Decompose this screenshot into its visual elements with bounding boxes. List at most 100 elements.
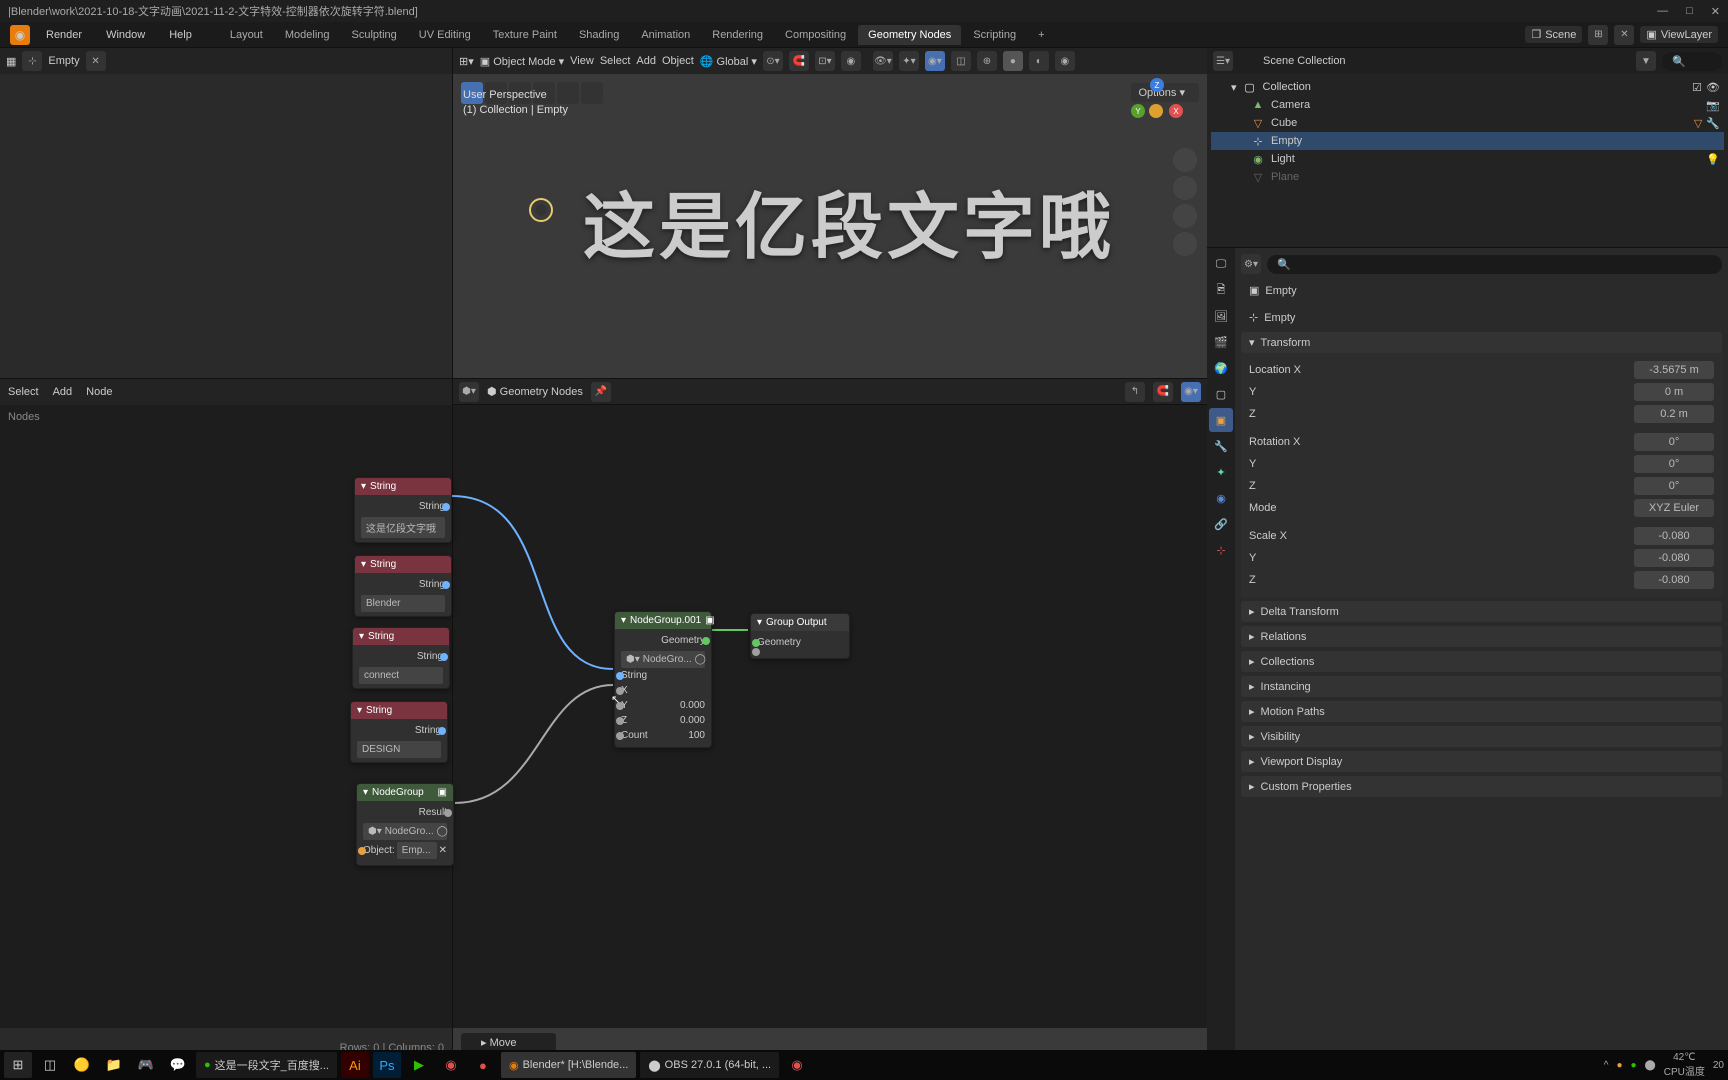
modifier-icon[interactable]: 🔧 xyxy=(1706,117,1720,130)
mesh-data-icon[interactable]: ▽ xyxy=(1694,117,1702,130)
app-icon-5[interactable]: ◉ xyxy=(783,1052,811,1078)
light-row[interactable]: ◉ Light 💡 xyxy=(1211,150,1724,168)
menu-select[interactable]: Select xyxy=(600,55,631,67)
object-name-field[interactable]: Empty xyxy=(1264,312,1714,324)
outliner-editor-selector[interactable]: ☰▾ xyxy=(1213,51,1233,71)
menu-window[interactable]: Window xyxy=(98,26,153,44)
nodeed-menu-add[interactable]: Add xyxy=(53,386,73,398)
rotation-mode-value[interactable]: XYZ Euler xyxy=(1634,499,1714,517)
illustrator-icon[interactable]: Ai xyxy=(341,1052,369,1078)
tab-modeling[interactable]: Modeling xyxy=(275,25,340,45)
string-field-3[interactable]: connect xyxy=(359,667,443,684)
parent-node-button[interactable]: ↰ xyxy=(1125,382,1145,402)
pan-button[interactable] xyxy=(1173,176,1197,200)
xray-toggle[interactable]: ◫ xyxy=(951,51,971,71)
scene-selector[interactable]: ❐ Scene xyxy=(1525,26,1582,43)
menu-render[interactable]: Render xyxy=(38,26,90,44)
taskbar-baidu[interactable]: ●这是一段文字_百度搜... xyxy=(196,1052,337,1078)
taskbar-obs[interactable]: ⬤OBS 27.0.1 (64-bit, ... xyxy=(640,1052,779,1078)
rotation-x-value[interactable]: 0° xyxy=(1634,433,1714,451)
breadcrumb-object[interactable]: Empty xyxy=(1265,285,1296,297)
cube-row[interactable]: ▽ Cube ▽🔧 xyxy=(1211,114,1724,132)
group-edit-icon[interactable]: ▣ xyxy=(705,615,714,626)
pivot-selector[interactable]: ⊙▾ xyxy=(763,51,783,71)
orientation-selector[interactable]: 🌐 Global ▾ xyxy=(700,55,757,68)
spreadsheet-toggle-button[interactable]: ✕ xyxy=(86,51,106,71)
nodegroup-selector[interactable]: ⬢ Geometry Nodes xyxy=(487,385,583,398)
gizmo-z-axis[interactable]: Z xyxy=(1150,78,1164,92)
prop-tab-world[interactable]: 🌍 xyxy=(1209,356,1233,380)
snap-button[interactable]: 🧲 xyxy=(1153,382,1173,402)
custom-properties-header[interactable]: ▸Custom Properties xyxy=(1241,776,1722,797)
prop-tab-particles[interactable]: ✦ xyxy=(1209,460,1233,484)
shading-solid[interactable]: ● xyxy=(1003,51,1023,71)
node-nodegroup[interactable]: ▾NodeGroup▣ Result ⬢▾NodeGro...◯ Object:… xyxy=(356,783,454,866)
prop-tab-data[interactable]: ⊹ xyxy=(1209,538,1233,562)
string-field-1[interactable]: 这是亿段文字哦 xyxy=(361,517,445,538)
empty-row[interactable]: ⊹ Empty xyxy=(1211,132,1724,150)
tab-sculpting[interactable]: Sculpting xyxy=(342,25,407,45)
tab-animation[interactable]: Animation xyxy=(631,25,700,45)
node-string-4[interactable]: ▾String String DESIGN xyxy=(350,701,448,763)
location-x-value[interactable]: -3.5675 m xyxy=(1634,361,1714,379)
tab-scripting[interactable]: Scripting xyxy=(963,25,1026,45)
node-nodegroup-001[interactable]: ▾NodeGroup.001▣ Geometry ⬢▾NodeGro...◯ S… xyxy=(614,611,712,748)
delete-scene-button[interactable]: ✕ xyxy=(1614,25,1634,45)
light-data-icon[interactable]: 💡 xyxy=(1706,153,1720,166)
props-search[interactable]: 🔍 xyxy=(1267,255,1722,274)
taskbar-blender[interactable]: ◉Blender* [H:\Blende... xyxy=(501,1052,636,1078)
close-button[interactable]: ✕ xyxy=(1711,5,1720,18)
wechat-icon[interactable]: 💬 xyxy=(164,1052,192,1078)
shading-wireframe[interactable]: ⊕ xyxy=(977,51,997,71)
tab-shading[interactable]: Shading xyxy=(569,25,629,45)
string-field-2[interactable]: Blender xyxy=(361,595,445,612)
props-editor-selector[interactable]: ⚙▾ xyxy=(1241,254,1261,274)
prop-tab-physics[interactable]: ◉ xyxy=(1209,486,1233,510)
tab-texture[interactable]: Texture Paint xyxy=(483,25,567,45)
scale-x-value[interactable]: -0.080 xyxy=(1634,527,1714,545)
node-group-output[interactable]: ▾Group Output Geometry xyxy=(750,613,850,659)
prop-tab-collection[interactable]: ▢ xyxy=(1209,382,1233,406)
photoshop-icon[interactable]: Ps xyxy=(373,1052,401,1078)
node-string-1[interactable]: ▾String String 这是亿段文字哦 xyxy=(354,477,452,543)
menu-help[interactable]: Help xyxy=(161,26,200,44)
gizmo-center[interactable] xyxy=(1149,104,1163,118)
collection-row[interactable]: ▾ ▢ Collection ☑👁 xyxy=(1211,78,1724,96)
outliner-search[interactable]: 🔍 xyxy=(1662,52,1722,71)
tab-add[interactable]: + xyxy=(1028,25,1054,45)
start-button[interactable]: ⊞ xyxy=(4,1052,32,1078)
camera-data-icon[interactable]: 📷 xyxy=(1706,99,1720,112)
prop-tab-constraints[interactable]: 🔗 xyxy=(1209,512,1233,536)
mode-selector[interactable]: ▣ Object Mode ▾ xyxy=(480,55,564,68)
location-y-value[interactable]: 0 m xyxy=(1634,383,1714,401)
pin-button[interactable]: 📌 xyxy=(591,382,611,402)
gizmo-toggle[interactable]: ✦▾ xyxy=(899,51,919,71)
prop-tab-viewlayer[interactable]: 🖼 xyxy=(1209,304,1233,328)
camera-button[interactable] xyxy=(1173,204,1197,228)
new-scene-button[interactable]: ⊞ xyxy=(1588,25,1608,45)
camera-row[interactable]: ▲ Camera 📷 xyxy=(1211,96,1724,114)
shading-material[interactable]: ◐ xyxy=(1029,51,1049,71)
proportional-toggle[interactable]: ◉ xyxy=(841,51,861,71)
files-icon[interactable]: 📁 xyxy=(100,1052,128,1078)
spreadsheet-editor-selector[interactable]: ▦ xyxy=(6,55,16,68)
transform-panel-header[interactable]: ▾ Transform xyxy=(1241,332,1722,353)
scene-collection-label[interactable]: Scene Collection xyxy=(1263,55,1346,67)
overlay-toggle[interactable]: ◉▾ xyxy=(925,51,945,71)
prop-tab-render[interactable]: 🖵 xyxy=(1209,252,1233,276)
shield-icon[interactable]: ◯ xyxy=(437,826,448,837)
tab-geometry-nodes[interactable]: Geometry Nodes xyxy=(858,25,961,45)
shading-rendered[interactable]: ◉ xyxy=(1055,51,1075,71)
rotation-z-value[interactable]: 0° xyxy=(1634,477,1714,495)
viewlayer-selector[interactable]: ▣ ViewLayer xyxy=(1640,26,1718,43)
prop-tab-scene[interactable]: 🎬 xyxy=(1209,330,1233,354)
clear-icon[interactable]: ✕ xyxy=(439,845,447,856)
app-icon-3[interactable]: ◉ xyxy=(437,1052,465,1078)
relations-header[interactable]: ▸Relations xyxy=(1241,626,1722,647)
prop-tab-object[interactable]: ▣ xyxy=(1209,408,1233,432)
tray-app-icon-3[interactable]: ⬤ xyxy=(1645,1060,1656,1071)
hide-toggle[interactable]: 👁 xyxy=(1706,81,1720,94)
perspective-button[interactable] xyxy=(1173,232,1197,256)
empty-object-origin[interactable] xyxy=(529,198,553,222)
collections-header[interactable]: ▸Collections xyxy=(1241,651,1722,672)
